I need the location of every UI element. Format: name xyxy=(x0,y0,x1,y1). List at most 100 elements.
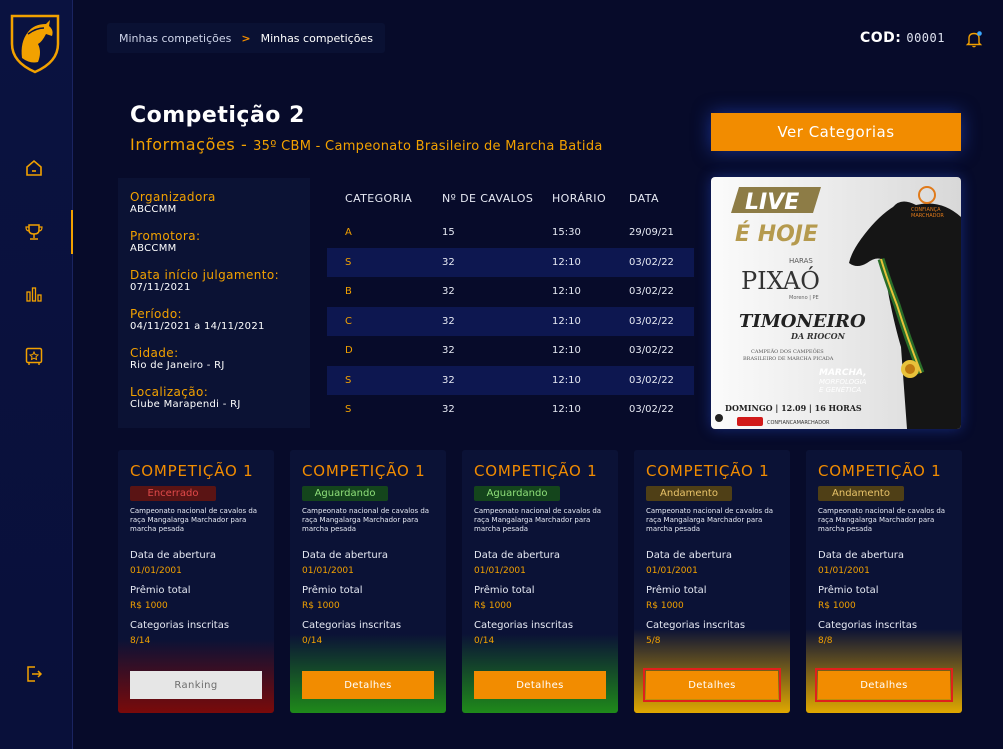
prize-value: R$ 1000 xyxy=(646,601,684,611)
table-cell: 12:10 xyxy=(552,315,581,327)
prize-label: Prêmio total xyxy=(818,585,879,596)
promo-morfologia: MORFOLOGIA xyxy=(819,378,867,386)
card-description: Campeonato nacional de cavalos da raça M… xyxy=(302,507,430,533)
open-date-label: Data de abertura xyxy=(130,550,216,561)
status-badge: Aguardando xyxy=(474,486,560,501)
chart-icon[interactable] xyxy=(24,284,44,304)
table-row[interactable]: S 32 12:10 03/02/22 xyxy=(327,247,694,277)
table-row[interactable]: S 32 12:10 03/02/22 xyxy=(327,395,694,425)
status-badge: Andamento xyxy=(818,486,904,501)
horse-logo-icon[interactable] xyxy=(8,12,62,74)
promo-schedule: DOMINGO | 12.09 | 16 HORAS xyxy=(725,403,862,413)
bell-icon[interactable] xyxy=(965,30,983,48)
prize-value: R$ 1000 xyxy=(302,601,340,611)
card-title: COMPETIÇÃO 1 xyxy=(474,462,598,480)
promo-youtube: CONFIANCAMARCHADOR xyxy=(767,420,830,426)
competition-card[interactable]: COMPETIÇÃO 1 Andamento Campeonato nacion… xyxy=(806,450,962,713)
home-icon[interactable] xyxy=(24,158,44,178)
trophy-icon[interactable] xyxy=(24,222,44,242)
cod-value: 00001 xyxy=(906,31,945,45)
table-cell: 29/09/21 xyxy=(629,227,674,239)
info-value: ABCCMM xyxy=(130,204,177,215)
promo-champion-2: BRASILEIRO DE MARCHA PICADA xyxy=(743,356,834,362)
table-cell: B xyxy=(345,286,352,298)
details-button[interactable]: Detalhes xyxy=(302,671,434,699)
details-button[interactable]: Detalhes xyxy=(643,668,781,702)
table-cell: 12:10 xyxy=(552,286,581,298)
card-description: Campeonato nacional de cavalos da raça M… xyxy=(130,507,258,533)
breadcrumb-parent[interactable]: Minhas competições xyxy=(119,32,231,45)
competition-card[interactable]: COMPETIÇÃO 1 Encerrado Campeonato nacion… xyxy=(118,450,274,713)
info-label: Cidade: xyxy=(130,346,179,360)
breadcrumb-current: Minhas competições xyxy=(260,31,373,45)
categories-label: Categorias inscritas xyxy=(818,620,918,631)
table-cell: 32 xyxy=(442,315,455,327)
categories-label: Categorias inscritas xyxy=(474,620,574,631)
table-cell: 12:10 xyxy=(552,345,581,357)
info-label: Organizadora xyxy=(130,190,216,204)
promo-champion-1: CAMPEÃO DOS CAMPEÕES xyxy=(751,347,824,355)
competition-card[interactable]: COMPETIÇÃO 1 Andamento Campeonato nacion… xyxy=(634,450,790,713)
open-date-value: 01/01/2001 xyxy=(302,566,354,576)
table-header: CATEGORIA Nº DE CAVALOS HORÁRIO DATA xyxy=(327,178,694,218)
prize-value: R$ 1000 xyxy=(130,601,168,611)
subtitle-label: Informações - xyxy=(130,135,254,154)
info-value: ABCCMM xyxy=(130,243,177,254)
table-cell: A xyxy=(345,227,352,239)
logout-icon[interactable] xyxy=(24,664,44,684)
info-value: Clube Marapendi - RJ xyxy=(130,399,241,410)
competition-card[interactable]: COMPETIÇÃO 1 Aguardando Campeonato nacio… xyxy=(290,450,446,713)
table-row[interactable]: C 32 12:10 03/02/22 xyxy=(327,306,694,336)
info-value: 07/11/2021 xyxy=(130,282,191,293)
table-cell: 32 xyxy=(442,374,455,386)
breadcrumb-separator: > xyxy=(241,31,251,45)
table-row[interactable]: S 32 12:10 03/02/22 xyxy=(327,365,694,395)
table-row[interactable]: D 32 12:10 03/02/22 xyxy=(327,336,694,366)
card-title: COMPETIÇÃO 1 xyxy=(302,462,426,480)
promo-live-text: LIVE xyxy=(745,190,799,215)
categories-value: 8/8 xyxy=(818,636,833,646)
details-button[interactable]: Detalhes xyxy=(815,668,953,702)
table-cell: S xyxy=(345,256,352,268)
table-row[interactable]: B 32 12:10 03/02/22 xyxy=(327,277,694,307)
star-safe-icon[interactable] xyxy=(24,346,44,366)
prize-value: R$ 1000 xyxy=(474,601,512,611)
open-date-label: Data de abertura xyxy=(474,550,560,561)
status-badge: Encerrado xyxy=(130,486,216,501)
prize-label: Prêmio total xyxy=(474,585,535,596)
table-cell: 03/02/22 xyxy=(629,345,674,357)
cod-label: COD: xyxy=(860,30,902,46)
status-badge: Aguardando xyxy=(302,486,388,501)
categories-label: Categorias inscritas xyxy=(130,620,230,631)
column-header: HORÁRIO xyxy=(552,191,606,205)
table-cell: S xyxy=(345,404,352,416)
table-cell: 03/02/22 xyxy=(629,286,674,298)
table-cell: S xyxy=(345,374,352,386)
table-cell: 15:30 xyxy=(552,227,581,239)
open-date-label: Data de abertura xyxy=(646,550,732,561)
table-cell: 12:10 xyxy=(552,404,581,416)
info-label: Data início julgamento: xyxy=(130,268,280,282)
table-row[interactable]: A 15 15:30 29/09/21 xyxy=(327,218,694,248)
table-cell: D xyxy=(345,345,353,357)
info-label: Localização: xyxy=(130,385,209,399)
sidebar xyxy=(0,0,73,749)
promo-horse-suffix: DA RIOCON xyxy=(790,331,846,341)
card-title: COMPETIÇÃO 1 xyxy=(130,462,254,480)
competition-card[interactable]: COMPETIÇÃO 1 Aguardando Campeonato nacio… xyxy=(462,450,618,713)
promo-marcha: MARCHA, xyxy=(819,368,867,378)
details-button[interactable]: Detalhes xyxy=(474,671,606,699)
table-cell: 03/02/22 xyxy=(629,404,674,416)
info-value: 04/11/2021 a 14/11/2021 xyxy=(130,321,265,332)
categories-table: CATEGORIA Nº DE CAVALOS HORÁRIO DATA A 1… xyxy=(327,178,694,425)
column-header: CATEGORIA xyxy=(345,191,413,205)
view-categories-button[interactable]: Ver Categorias xyxy=(711,113,961,151)
promo-hoje-text: É HOJE xyxy=(735,221,818,247)
promo-pixao-text: PIXAÓ xyxy=(741,266,820,295)
categories-value: 0/14 xyxy=(302,636,323,646)
cod-display: COD: 00001 xyxy=(860,30,945,46)
ranking-button[interactable]: Ranking xyxy=(130,671,262,699)
card-title: COMPETIÇÃO 1 xyxy=(646,462,770,480)
open-date-label: Data de abertura xyxy=(302,550,388,561)
open-date-label: Data de abertura xyxy=(818,550,904,561)
